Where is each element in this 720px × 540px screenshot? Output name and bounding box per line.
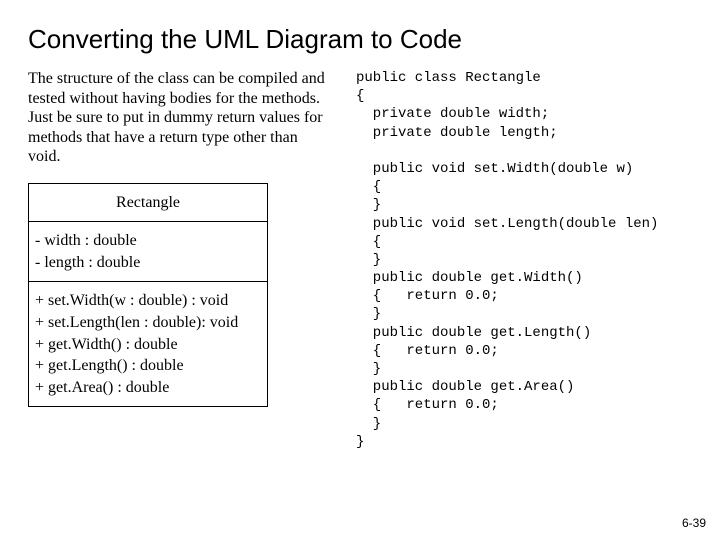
uml-class-name: Rectangle xyxy=(29,184,267,223)
page-number: 6-39 xyxy=(682,516,706,530)
uml-attributes: - width : double - length : double xyxy=(29,222,267,282)
code-listing: public class Rectangle { private double … xyxy=(356,69,658,451)
slide-title: Converting the UML Diagram to Code xyxy=(28,24,692,55)
description-text: The structure of the class can be compil… xyxy=(28,69,328,167)
uml-diagram: Rectangle - width : double - length : do… xyxy=(28,183,268,408)
uml-methods: + set.Width(w : double) : void + set.Len… xyxy=(29,282,267,406)
slide: Converting the UML Diagram to Code The s… xyxy=(0,0,720,451)
left-column: The structure of the class can be compil… xyxy=(28,69,328,451)
content-row: The structure of the class can be compil… xyxy=(28,69,692,451)
